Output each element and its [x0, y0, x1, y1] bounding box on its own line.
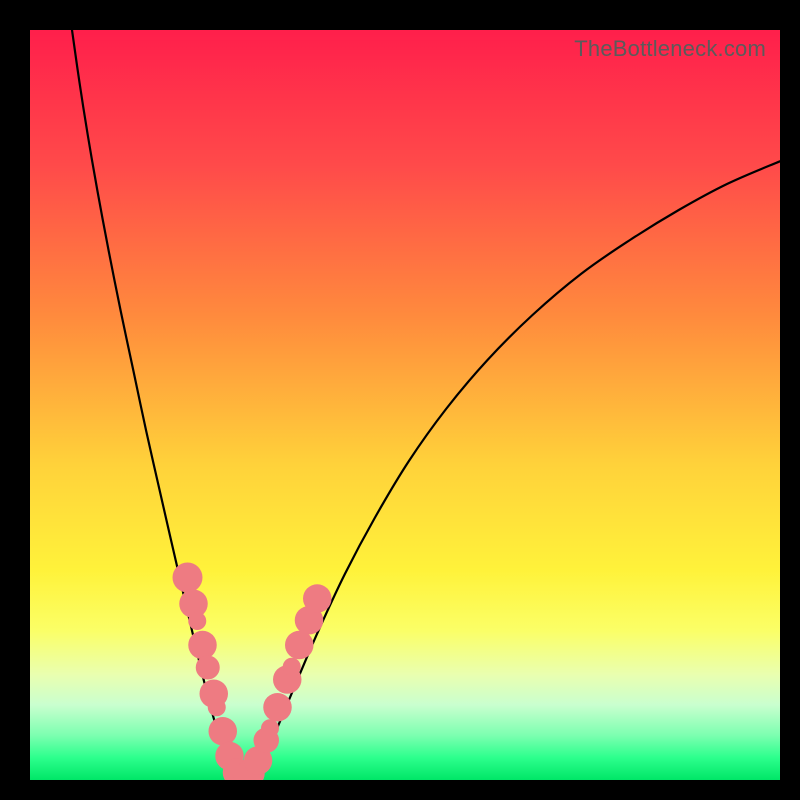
- chart-frame: TheBottleneck.com: [0, 0, 800, 800]
- watermark-text: TheBottleneck.com: [574, 36, 766, 62]
- data-marker: [196, 656, 220, 680]
- data-marker: [285, 631, 314, 660]
- data-marker: [263, 693, 292, 722]
- data-marker: [173, 563, 203, 593]
- data-marker: [283, 658, 301, 676]
- gradient-background: [30, 30, 780, 780]
- plot-area: TheBottleneck.com: [30, 30, 780, 780]
- data-marker: [261, 719, 279, 737]
- data-marker: [209, 717, 238, 746]
- data-marker: [188, 631, 217, 660]
- chart-svg: [30, 30, 780, 780]
- data-marker: [188, 612, 206, 630]
- data-marker: [208, 698, 226, 716]
- data-marker: [303, 584, 332, 613]
